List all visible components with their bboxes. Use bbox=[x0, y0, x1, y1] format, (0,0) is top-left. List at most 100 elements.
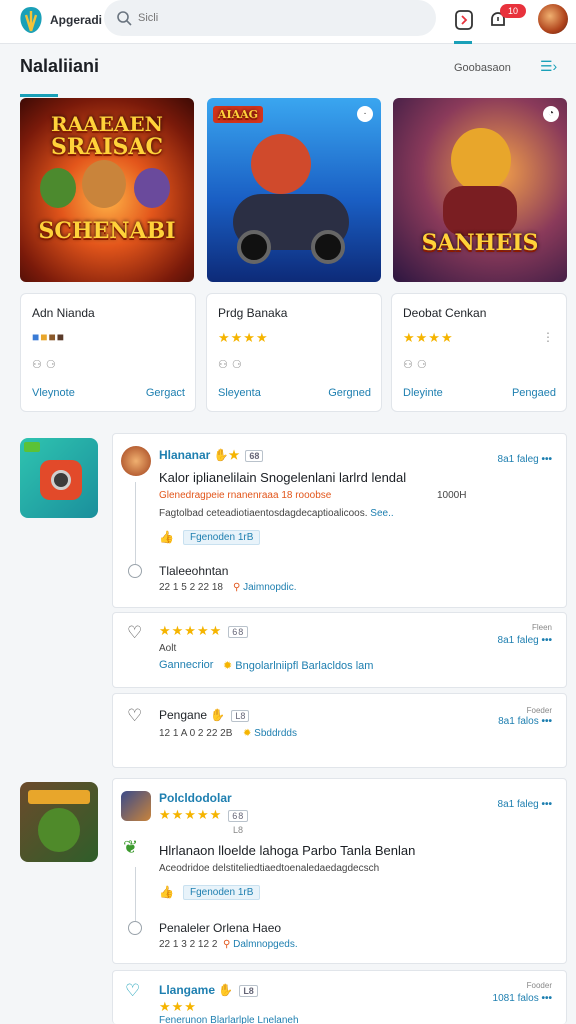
search-icon bbox=[117, 11, 132, 26]
tile-title-bottom: SCHENABI bbox=[38, 218, 176, 244]
game-card-2[interactable]: Prdg Banaka ★★★★ ⚇⚆ Sleyenta Gergned bbox=[206, 293, 382, 412]
post-tag[interactable]: Fgenoden 1rB bbox=[183, 530, 261, 545]
post-meta-small: Fleen bbox=[531, 623, 552, 632]
armor-icon bbox=[443, 186, 517, 236]
game-tile-3[interactable]: ◔ SANHEIS bbox=[393, 98, 567, 282]
game-tile-1[interactable]: RAAEAEN SRAISAC SCHENABI bbox=[20, 98, 194, 282]
post-title: Kalor iplianelilain Snogelenlani larlrd … bbox=[159, 470, 407, 485]
section-underline bbox=[20, 94, 58, 97]
post-tag[interactable]: Fgenoden 1rB bbox=[183, 885, 261, 900]
character-icon bbox=[451, 128, 511, 192]
like-icon[interactable]: 👍 bbox=[159, 885, 174, 899]
rating-stars-icon: ★★★★★ 68 bbox=[159, 623, 249, 639]
post-description: Aceodridoe delstiteliedtiaedtoenaledaeda… bbox=[159, 863, 380, 874]
card-right-link[interactable]: Gergned bbox=[328, 387, 371, 399]
monster-icon bbox=[38, 808, 80, 852]
card-left-link[interactable]: Vleynote bbox=[32, 387, 75, 399]
character-icon bbox=[251, 134, 311, 194]
post-author[interactable]: Pengane ✋ L8 bbox=[159, 708, 250, 722]
reply-link[interactable]: ⚲ Jaimnopdic. bbox=[233, 582, 296, 593]
heart-icon[interactable]: ♡ bbox=[127, 706, 142, 726]
post-meta[interactable]: 8a1 falos ••• bbox=[498, 716, 552, 727]
game-tile-2[interactable]: AIAAG · bbox=[207, 98, 381, 282]
thread-line bbox=[135, 482, 136, 564]
character-icon bbox=[82, 160, 126, 208]
reply-time: 22 1 5 2 22 18 bbox=[159, 582, 223, 593]
feed-post[interactable]: Hlananar ✋★ 68 8a1 faleg ••• Kalor iplian… bbox=[112, 433, 567, 608]
heart-icon[interactable]: ♡ bbox=[125, 981, 140, 1001]
post-meta-small: Foeder bbox=[526, 706, 552, 715]
app-thumbnail[interactable] bbox=[20, 782, 98, 862]
game-card-1[interactable]: Adn Nianda ■■■■ ⚇⚆ Vleynote Gergact bbox=[20, 293, 196, 412]
app-thumbnail[interactable] bbox=[20, 438, 98, 518]
wheel-icon bbox=[237, 230, 271, 264]
card-right-link[interactable]: Gergact bbox=[146, 387, 185, 399]
brand-name: Apgeradi bbox=[50, 13, 103, 27]
post-description: Fagtolbad ceteadiotiaentosdagdecaptioali… bbox=[159, 508, 394, 519]
post-meta[interactable]: 8a1 faleg ••• bbox=[498, 799, 552, 810]
author-avatar[interactable] bbox=[121, 791, 151, 821]
card-name: Prdg Banaka bbox=[218, 306, 288, 320]
rating-stars-icon: ★★★ bbox=[159, 999, 197, 1014]
reply-name: Penaleler Orlena Haeo bbox=[159, 921, 282, 935]
post-meta-small: Fooder bbox=[526, 981, 552, 990]
card-right-link[interactable]: Pengaed bbox=[512, 387, 556, 399]
post-left-link[interactable]: Gannecrior bbox=[159, 659, 213, 671]
post-label: Aolt bbox=[159, 643, 177, 654]
card-left-link[interactable]: Sleyenta bbox=[218, 387, 261, 399]
author-avatar[interactable] bbox=[121, 446, 151, 476]
post-author[interactable]: Llangame ✋ L8 bbox=[159, 983, 258, 997]
filter-arrow-icon[interactable]: ☰› bbox=[540, 58, 557, 75]
post-bottom-link[interactable]: Fenerunon Blarlarlple Lnelaneh bbox=[159, 1015, 299, 1024]
post-meta[interactable]: 8a1 faleg ••• bbox=[498, 454, 552, 465]
stats-icon: ⚇⚆ bbox=[32, 359, 60, 371]
post-right-link[interactable]: ✹ Bngolarlniipfl Barlacldos lam bbox=[223, 659, 373, 672]
reply-link[interactable]: ⚲ Dalmnopgeds. bbox=[223, 939, 298, 950]
search-bar[interactable] bbox=[104, 0, 436, 36]
reply-dot bbox=[128, 564, 142, 578]
info-icon[interactable]: · bbox=[357, 106, 373, 122]
leaf-icon: ❦ bbox=[123, 837, 139, 857]
section-title: Nalaliiani bbox=[20, 56, 100, 76]
rating-stars-icon: ★★★★ bbox=[403, 330, 454, 345]
tile-title-mid: SRAISAC bbox=[51, 134, 163, 160]
bookmark-icon[interactable] bbox=[452, 8, 476, 32]
feed-post[interactable]: ♡ Llangame ✋ L8 Fooder 1081 falos ••• ★★★… bbox=[112, 970, 567, 1024]
like-icon[interactable]: 👍 bbox=[159, 530, 174, 544]
feed-post[interactable]: ♡ ★★★★★ 68 Fleen 8a1 faleg ••• Aolt Ganne… bbox=[112, 612, 567, 688]
card-name: Deobat Cenkan bbox=[403, 306, 487, 320]
reply-dot bbox=[128, 921, 142, 935]
title-banner-icon bbox=[28, 790, 90, 804]
active-tab-indicator bbox=[454, 41, 472, 44]
post-subtitle: Glenedragpeie rnanenraaa 18 rooobse bbox=[159, 490, 332, 501]
top-bar: Apgeradi 10 bbox=[0, 0, 576, 44]
search-input[interactable] bbox=[138, 9, 418, 27]
post-author[interactable]: Hlananar ✋★ 68 bbox=[159, 448, 264, 462]
card-left-link[interactable]: Dleyinte bbox=[403, 387, 443, 399]
post-author[interactable]: Polcldodolar bbox=[159, 791, 232, 805]
post-meta[interactable]: 8a1 faleg ••• bbox=[498, 635, 552, 646]
feed-post[interactable]: ♡ Pengane ✋ L8 Foeder 8a1 falos ••• 12 1 … bbox=[112, 693, 567, 768]
post-chip-2: L8 bbox=[233, 825, 244, 835]
game-card-3[interactable]: Deobat Cenkan ★★★★ ⋮ ⚇⚆ Dleyinte Pengaed bbox=[391, 293, 567, 412]
mini-avatars-icon: ■■■■ bbox=[32, 330, 65, 344]
post-meta[interactable]: 1081 falos ••• bbox=[493, 993, 552, 1004]
app-logo-icon[interactable] bbox=[18, 5, 44, 35]
feed-post[interactable]: ❦ Polcldodolar ★★★★★ 68 L8 8a1 faleg ••• … bbox=[112, 778, 567, 964]
post-time: 12 1 A 0 2 22 2B bbox=[159, 728, 233, 739]
new-badge-icon bbox=[24, 442, 40, 452]
user-avatar[interactable] bbox=[538, 4, 568, 34]
more-options-icon[interactable]: ⋮ bbox=[542, 330, 554, 344]
tile-title-bottom: SANHEIS bbox=[421, 230, 539, 256]
see-all-link[interactable]: Goobasaon bbox=[454, 62, 511, 74]
info-icon[interactable]: ◔ bbox=[543, 106, 559, 122]
rating-stars-icon: ★★★★★ 68 bbox=[159, 807, 249, 823]
post-count: 1000H bbox=[437, 490, 467, 501]
stats-icon: ⚇⚆ bbox=[403, 359, 431, 371]
card-name: Adn Nianda bbox=[32, 306, 95, 320]
heart-icon[interactable]: ♡ bbox=[127, 623, 142, 643]
post-title: Hlrlanaon lloelde lahoga Parbo Tanla Ben… bbox=[159, 843, 416, 858]
tile-title-top: RAAEAEN bbox=[51, 112, 163, 136]
post-link[interactable]: ✹ Sbddrdds bbox=[243, 728, 297, 739]
notification-badge: 10 bbox=[500, 4, 526, 18]
